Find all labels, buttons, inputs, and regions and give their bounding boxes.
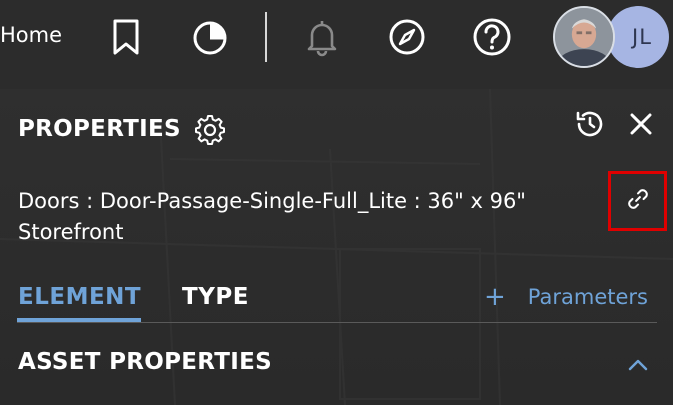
top-nav-bar: Home JL — [0, 0, 673, 89]
element-name: Doors : Door-Passage-Single-Full_Lite : … — [18, 189, 526, 244]
tabs-divider — [17, 322, 657, 323]
user-initials: JL — [632, 25, 652, 49]
compass-icon[interactable] — [387, 17, 427, 57]
tab-element[interactable]: ELEMENT — [18, 284, 141, 310]
chevron-up-icon[interactable] — [626, 353, 650, 377]
close-icon[interactable] — [626, 109, 656, 139]
link-icon — [625, 186, 651, 216]
avatar[interactable] — [553, 6, 615, 68]
add-parameters-label: Parameters — [527, 285, 648, 309]
bell-icon[interactable] — [302, 17, 342, 57]
help-icon[interactable] — [472, 17, 512, 57]
copy-link-button[interactable] — [608, 171, 667, 231]
plus-icon: + — [484, 282, 506, 312]
section-title-asset-properties[interactable]: ASSET PROPERTIES — [18, 349, 272, 375]
home-link[interactable]: Home — [0, 23, 62, 47]
bookmark-icon[interactable] — [106, 17, 146, 57]
tab-type[interactable]: TYPE — [182, 284, 249, 310]
properties-panel: PROPERTIES Doors : Door-Passage-Single-F… — [0, 89, 673, 405]
nav-divider — [265, 12, 267, 62]
user-initials-avatar[interactable]: JL — [607, 6, 669, 68]
chart-icon[interactable] — [190, 17, 230, 57]
add-parameters-button[interactable]: + Parameters — [484, 282, 648, 312]
panel-title: PROPERTIES — [18, 116, 181, 142]
history-icon[interactable] — [573, 107, 607, 141]
gear-icon[interactable] — [195, 115, 225, 145]
